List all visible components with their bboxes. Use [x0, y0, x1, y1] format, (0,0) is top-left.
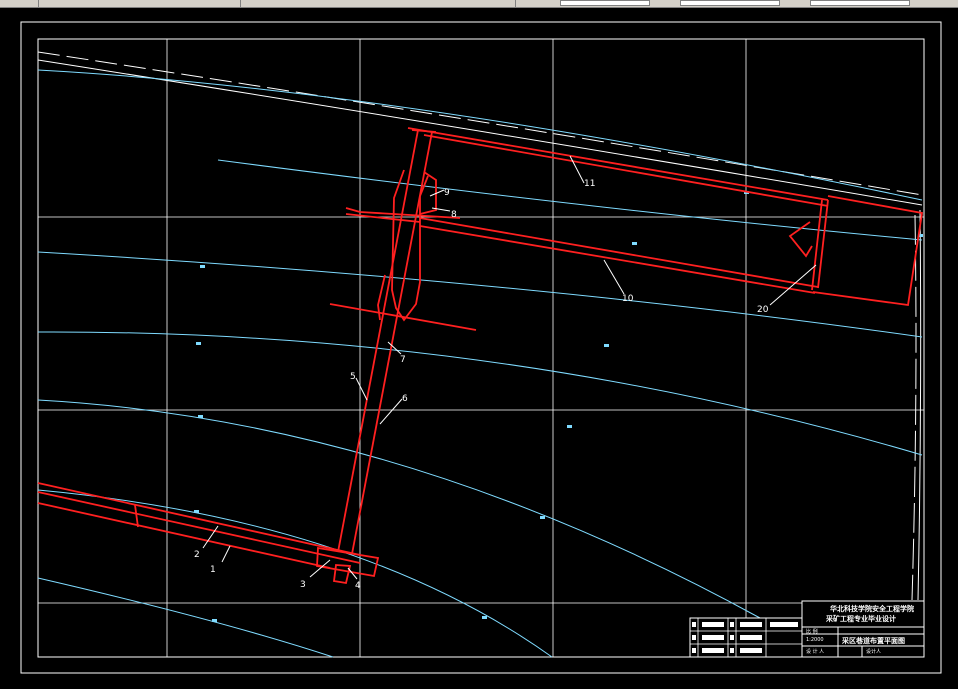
drawing-canvas[interactable]: 1 2 3 4 5 6 7 8 9 10 11 20 华北科技学院安全工程学院 …	[0, 8, 958, 689]
lineweight-dropdown[interactable]	[810, 0, 910, 6]
outer-frame	[20, 21, 942, 674]
redo-icon[interactable]	[20, 0, 34, 6]
label-11: 11	[584, 179, 595, 189]
title-school-line2: 采矿工程专业毕业设计	[825, 614, 896, 623]
toolbar-separator	[515, 0, 516, 7]
label-5: 5	[350, 372, 356, 382]
dimension-style-icon[interactable]	[370, 0, 384, 6]
label-3: 3	[300, 580, 306, 590]
pan-icon[interactable]	[44, 0, 58, 6]
label-10: 10	[622, 294, 634, 304]
cad-drawing[interactable]: 1 2 3 4 5 6 7 8 9 10 11 20 华北科技学院安全工程学院 …	[0, 8, 958, 689]
leader-lines	[202, 155, 817, 580]
toolbar-separator	[240, 0, 241, 7]
boundary-lines	[37, 51, 923, 601]
label-1: 1	[210, 565, 216, 575]
designer-value: 设计人	[866, 648, 881, 655]
zoom-icon[interactable]	[62, 0, 76, 6]
scale-value: 1:2000	[806, 637, 824, 643]
table-icon[interactable]	[490, 0, 504, 6]
leader-labels: 1 2 3 4 5 6 7 8 9 10 11 20	[194, 179, 769, 591]
label-4: 4	[355, 581, 361, 591]
toolbar	[0, 0, 958, 8]
scale-label: 比 例	[806, 628, 818, 635]
drawing-name: 采区巷道布置平面图	[841, 636, 905, 645]
label-7: 7	[400, 355, 406, 365]
label-8: 8	[451, 210, 457, 220]
designer-label: 设 计 人	[806, 648, 824, 655]
label-2: 2	[194, 550, 200, 560]
title-block: 华北科技学院安全工程学院 采矿工程专业毕业设计 比 例 1:2000 采区巷道布…	[689, 600, 925, 658]
label-9: 9	[444, 188, 450, 198]
contour-lines	[37, 69, 923, 658]
layer-dropdown[interactable]	[560, 0, 650, 6]
toolbar-separator	[38, 0, 39, 7]
properties-icon[interactable]	[80, 0, 94, 6]
label-6: 6	[402, 394, 408, 404]
label-20: 20	[757, 305, 769, 315]
layer-icon[interactable]	[252, 0, 266, 6]
linetype-dropdown[interactable]	[680, 0, 780, 6]
title-school-line1: 华北科技学院安全工程学院	[830, 604, 914, 613]
text-style-icon[interactable]	[300, 0, 314, 6]
contour-markers	[194, 191, 923, 622]
roadways	[37, 127, 924, 585]
help-icon[interactable]	[530, 0, 544, 6]
plot-style-icon[interactable]	[930, 0, 944, 6]
undo-icon[interactable]	[4, 0, 18, 6]
